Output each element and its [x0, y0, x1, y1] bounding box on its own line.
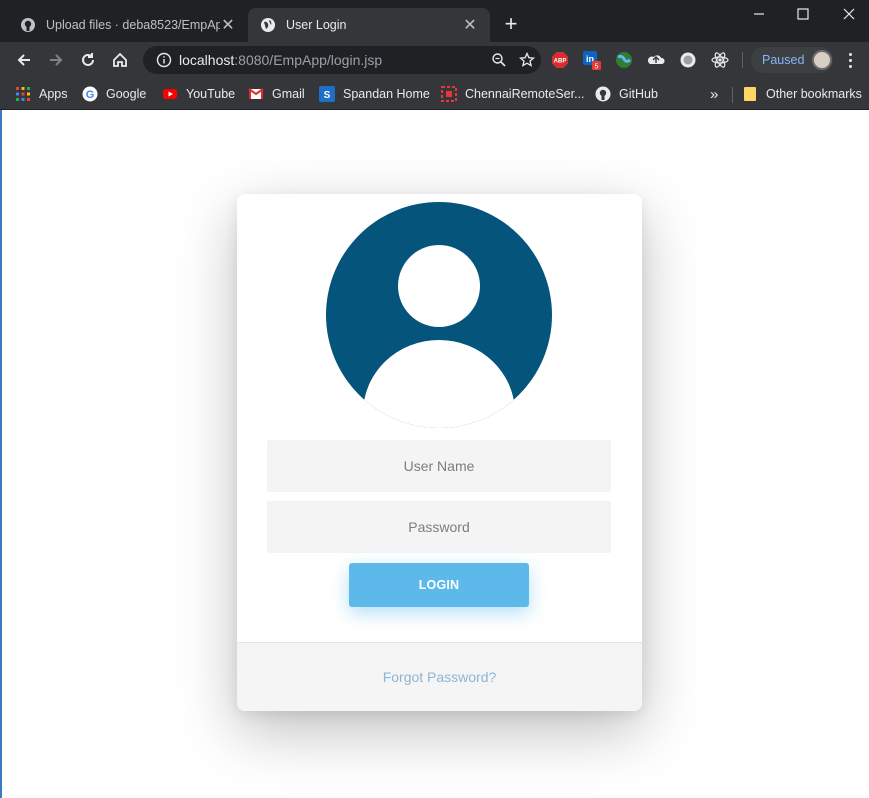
url-text: localhost:8080/EmpApp/login.jsp: [179, 52, 485, 68]
bookmarks-overflow-button[interactable]: »: [710, 82, 718, 106]
zoom-icon[interactable]: [485, 52, 513, 68]
bookmark-label: Google: [106, 87, 147, 101]
badge-count: 5: [595, 64, 599, 71]
profile-status: Paused: [762, 53, 805, 67]
card-footer: Forgot Password?: [237, 642, 642, 711]
adblock-icon[interactable]: ABP: [550, 50, 570, 70]
apps-grid-icon: [15, 86, 31, 102]
star-icon[interactable]: [513, 52, 541, 68]
github-icon: [20, 17, 36, 33]
profile-button[interactable]: Paused: [751, 47, 833, 73]
arrow-left-icon: [17, 54, 30, 66]
svg-text:S: S: [324, 90, 331, 101]
react-devtools-icon[interactable]: [710, 50, 730, 70]
chennai-icon: [441, 86, 457, 102]
earth-extension-icon[interactable]: [614, 50, 634, 70]
chevron-double-right-icon: »: [710, 85, 719, 103]
browser-toolbar: localhost:8080/EmpApp/login.jsp ABP in 5 …: [0, 42, 869, 78]
reload-button[interactable]: [74, 46, 102, 74]
tab-title: User Login: [286, 18, 347, 32]
tab-strip: Upload files · deba8523/EmpApp ✕ User Lo…: [0, 0, 869, 42]
close-window-button[interactable]: [826, 0, 869, 28]
bookmark-chennai-remote[interactable]: ChennaiRemoteSer...: [441, 82, 585, 106]
home-icon: [113, 52, 127, 67]
bookmarks-bar: Apps G Google YouTube Gmail S Spandan Ho…: [0, 78, 869, 110]
spandan-icon: S: [319, 86, 335, 102]
close-icon[interactable]: ✕: [462, 17, 478, 34]
more-menu-icon[interactable]: [840, 50, 860, 70]
tab-title: Upload files · deba8523/EmpApp: [46, 18, 220, 32]
toolbar-divider: [742, 52, 743, 68]
bookmark-label: ChennaiRemoteSer...: [465, 87, 585, 101]
address-bar[interactable]: localhost:8080/EmpApp/login.jsp: [143, 46, 541, 74]
forgot-password-link[interactable]: Forgot Password?: [383, 669, 497, 685]
new-tab-button[interactable]: +: [500, 11, 522, 36]
minimize-button[interactable]: [736, 0, 782, 28]
bookmark-google[interactable]: G Google: [82, 82, 146, 106]
reload-icon: [82, 53, 94, 66]
info-icon[interactable]: [149, 52, 179, 68]
google-icon: G: [82, 86, 98, 102]
url-host: localhost: [179, 52, 235, 68]
close-icon[interactable]: ✕: [220, 17, 236, 34]
forward-button[interactable]: [42, 46, 70, 74]
gmail-icon: [248, 86, 264, 102]
svg-text:ABP: ABP: [554, 59, 567, 65]
username-input[interactable]: [267, 440, 611, 492]
github-icon: [595, 86, 611, 102]
tab-user-login[interactable]: User Login ✕: [248, 8, 490, 42]
bookmark-apps[interactable]: Apps: [15, 82, 68, 106]
back-button[interactable]: [10, 46, 38, 74]
bookmarks-divider: [732, 87, 733, 103]
arrow-right-icon: [50, 54, 63, 66]
bookmark-label: GitHub: [619, 87, 658, 101]
avatar: [812, 50, 833, 70]
bookmark-youtube[interactable]: YouTube: [162, 82, 235, 106]
record-extension-icon[interactable]: [678, 50, 698, 70]
bookmark-label: Other bookmarks: [766, 87, 862, 101]
youtube-icon: [162, 86, 178, 102]
password-input[interactable]: [267, 501, 611, 553]
cloud-extension-icon[interactable]: [646, 50, 666, 70]
bookmark-label: Gmail: [272, 87, 305, 101]
bookmark-label: Apps: [39, 87, 68, 101]
home-button[interactable]: [106, 46, 134, 74]
url-path: :8080/EmpApp/login.jsp: [234, 52, 383, 68]
linkedin-extension-icon[interactable]: in 5: [582, 50, 602, 70]
login-card: LOGIN Forgot Password?: [237, 194, 642, 711]
bookmark-gmail[interactable]: Gmail: [248, 82, 305, 106]
bookmark-label: YouTube: [186, 87, 236, 101]
login-button[interactable]: LOGIN: [349, 563, 529, 607]
tab-upload-files[interactable]: Upload files · deba8523/EmpApp ✕: [8, 8, 248, 42]
svg-text:G: G: [86, 89, 95, 101]
folder-icon: [742, 86, 758, 102]
maximize-button[interactable]: [780, 0, 826, 28]
other-bookmarks-folder[interactable]: Other bookmarks: [742, 82, 862, 106]
globe-icon: [260, 17, 276, 33]
page-content: LOGIN Forgot Password?: [0, 110, 869, 798]
user-avatar-icon: [325, 201, 553, 429]
bookmark-github[interactable]: GitHub: [595, 82, 658, 106]
bookmark-label: Spandan Home: [343, 87, 430, 101]
bookmark-spandan-home[interactable]: S Spandan Home: [319, 82, 430, 106]
